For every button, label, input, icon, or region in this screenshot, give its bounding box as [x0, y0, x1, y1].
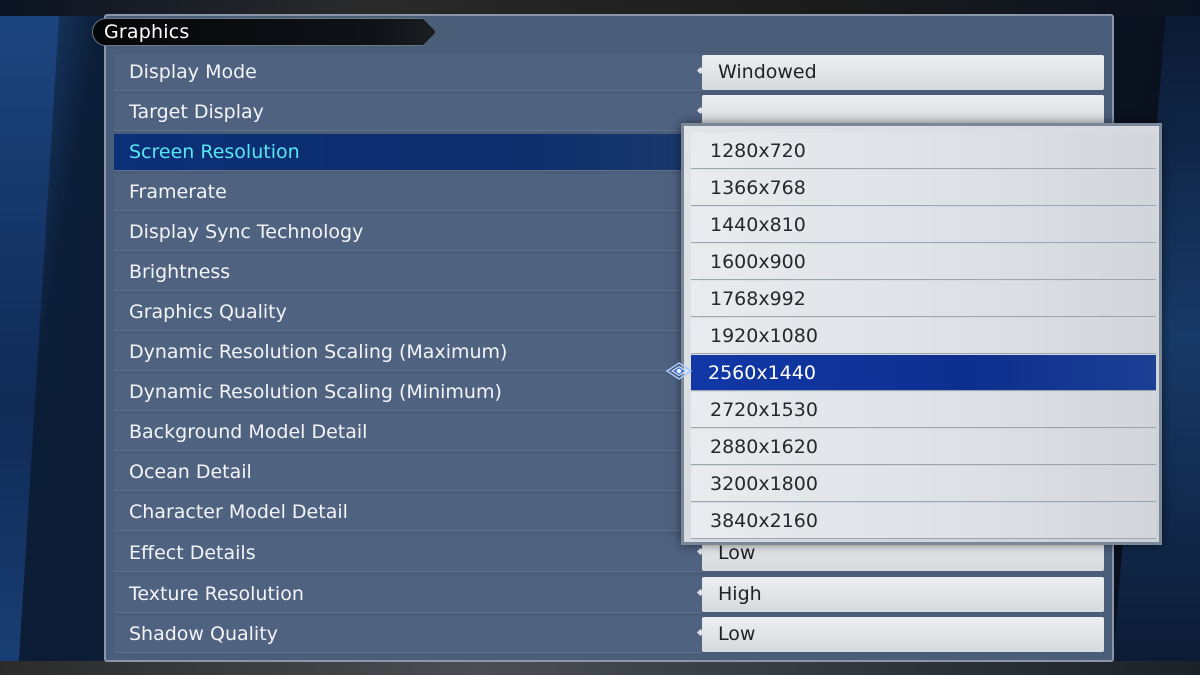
background-bottom-band	[0, 661, 1200, 675]
setting-label: Character Model Detail	[129, 501, 348, 523]
resolution-option-label: 2880x1620	[710, 436, 818, 458]
setting-label: Effect Details	[129, 542, 256, 564]
setting-value: High	[718, 583, 762, 605]
resolution-option[interactable]: 3200x1800	[691, 466, 1156, 502]
setting-label: Texture Resolution	[129, 583, 304, 605]
resolution-option[interactable]: 1600x900	[691, 244, 1156, 280]
setting-value-box[interactable]	[702, 577, 1104, 612]
resolution-option[interactable]: 2880x1620	[691, 429, 1156, 465]
resolution-option-label: 1920x1080	[710, 325, 818, 347]
resolution-option-label: 3200x1800	[710, 473, 818, 495]
resolution-option[interactable]: 1366x768	[691, 170, 1156, 206]
resolution-option-label: 1280x720	[710, 140, 806, 162]
setting-row-shadow-quality[interactable]: Shadow Quality Low	[114, 616, 1104, 654]
resolution-option-label: 2560x1440	[708, 362, 816, 384]
resolution-option-label: 1366x768	[710, 177, 806, 199]
resolution-option-label: 3840x2160	[710, 510, 818, 532]
resolution-option[interactable]: 1440x810	[691, 207, 1156, 243]
resolution-option-selected[interactable]: 2560x1440	[691, 355, 1156, 391]
setting-row-texture-resolution[interactable]: Texture Resolution High	[114, 576, 1104, 614]
setting-label: Display Sync Technology	[129, 221, 364, 243]
resolution-option[interactable]: 1920x1080	[691, 318, 1156, 354]
setting-value-box[interactable]	[702, 617, 1104, 652]
panel-title: Graphics	[104, 21, 190, 43]
resolution-option-label: 2720x1530	[710, 399, 818, 421]
setting-label: Dynamic Resolution Scaling (Minimum)	[129, 381, 502, 403]
resolution-option[interactable]: 3840x2160	[691, 503, 1156, 539]
resolution-option[interactable]: 1280x720	[691, 133, 1156, 169]
setting-row-display-mode[interactable]: Display Mode Windowed	[114, 54, 1104, 92]
setting-label: Screen Resolution	[129, 141, 300, 163]
setting-label: Display Mode	[129, 61, 257, 83]
resolution-option-label: 1768x992	[710, 288, 806, 310]
setting-label: Target Display	[129, 101, 264, 123]
setting-label: Ocean Detail	[129, 461, 252, 483]
setting-value: Low	[718, 623, 756, 645]
resolution-option-label: 1600x900	[710, 251, 806, 273]
setting-label: Graphics Quality	[129, 301, 287, 323]
resolution-option[interactable]: 2720x1530	[691, 392, 1156, 428]
setting-value: Windowed	[718, 61, 817, 83]
resolution-option-label: 1440x810	[710, 214, 806, 236]
setting-label: Framerate	[129, 181, 227, 203]
resolution-option[interactable]: 1768x992	[691, 281, 1156, 317]
setting-label: Brightness	[129, 261, 231, 283]
setting-label: Shadow Quality	[129, 623, 278, 645]
selection-cursor-icon	[665, 362, 693, 380]
setting-label: Dynamic Resolution Scaling (Maximum)	[129, 341, 508, 363]
setting-label: Background Model Detail	[129, 421, 368, 443]
resolution-dropdown: 1280x720 1366x768 1440x810 1600x900 1768…	[681, 123, 1162, 545]
